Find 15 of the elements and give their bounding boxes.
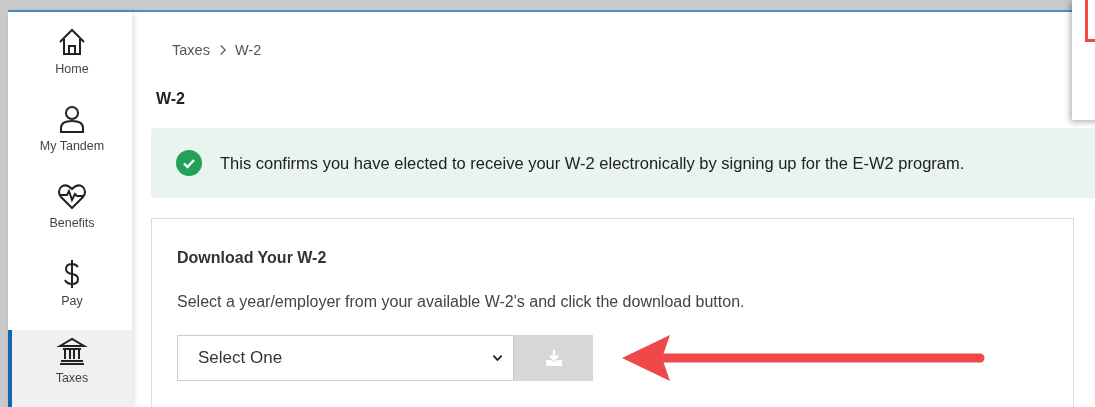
- nav-item[interactable]: Benefits: [8, 175, 132, 253]
- nav-item[interactable]: Pay: [8, 252, 132, 330]
- nav-item[interactable]: Taxes: [8, 329, 132, 407]
- check-circle-icon: [176, 150, 202, 176]
- breadcrumb-link[interactable]: Taxes: [172, 42, 210, 58]
- page-title: W-2: [156, 90, 186, 108]
- download-icon: [543, 348, 564, 368]
- card-title: Download Your W-2: [177, 249, 328, 267]
- breadcrumb-current: W-2: [234, 42, 262, 58]
- nav-item[interactable]: My Tandem: [8, 98, 132, 176]
- year-select[interactable]: Select One: [177, 335, 514, 381]
- card-description: Select a year/employer from your available W-2's and click the download button.: [177, 293, 746, 311]
- nav-item[interactable]: Home: [8, 21, 132, 99]
- caret-icon: [492, 354, 503, 362]
- banner-text: This confirms you have elected to receive your W-2 electronically by signing up for the E-W2 program.: [220, 153, 965, 173]
